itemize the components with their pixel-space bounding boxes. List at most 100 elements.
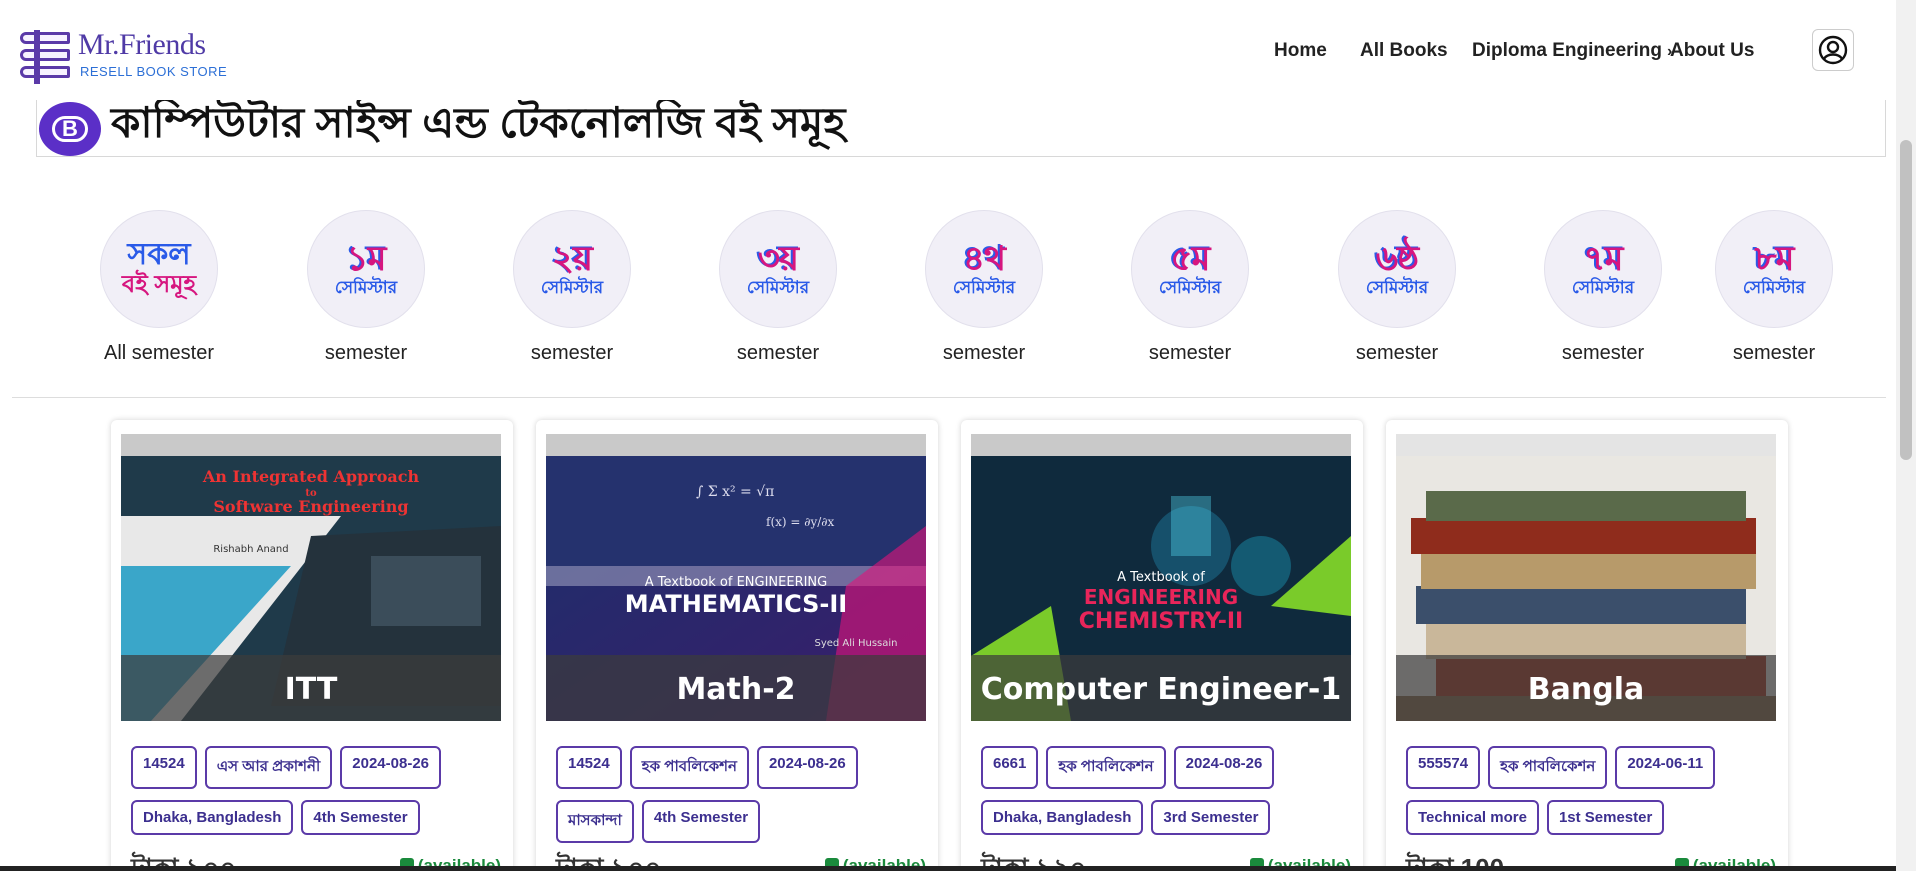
semester-tag: 4th Semester	[641, 800, 761, 843]
book-card[interactable]: Bangla 555574 হক পাবলিকেশন 2024-06-11 Te…	[1386, 420, 1788, 871]
semester-circle: ২য় সেমিস্টার	[513, 210, 631, 328]
semester-number: ২য়	[551, 240, 593, 278]
book-id-tag: 14524	[556, 746, 622, 789]
semester-filter-7[interactable]: ৭ম সেমিস্টার semester	[1523, 210, 1683, 365]
book-id-tag: 14524	[131, 746, 197, 789]
svg-text:Rishabh Anand: Rishabh Anand	[213, 544, 288, 555]
semester-filter-5[interactable]: ৫ম সেমিস্টার semester	[1110, 210, 1270, 365]
location-tag: Technical more	[1406, 800, 1539, 835]
book-card[interactable]: An Integrated Approach to Software Engin…	[111, 420, 513, 871]
svg-text:An Integrated Approach: An Integrated Approach	[202, 467, 420, 486]
semester-label: semester	[1148, 342, 1232, 364]
user-circle-icon	[1818, 35, 1848, 65]
semester-label: All semester	[103, 342, 215, 364]
book-title: Math-2	[676, 672, 796, 707]
page-scrollbar[interactable]	[1896, 0, 1916, 871]
semester-number: ৬ষ্ঠ	[1375, 240, 1419, 278]
semester-circle: ৮ম সেমিস্টার	[1715, 210, 1833, 328]
semester-label: semester	[1561, 342, 1645, 364]
semester-label: semester	[1732, 342, 1816, 364]
semester-label: semester	[1355, 342, 1439, 364]
book-tags: 555574 হক পাবলিকেশন 2024-06-11 Technical…	[1406, 746, 1776, 846]
semester-filter-2[interactable]: ২য় সেমিস্টার semester	[492, 210, 652, 365]
nav-diploma-label: Diploma Engineering	[1472, 40, 1663, 61]
svg-text:f(x) = ∂y/∂x: f(x) = ∂y/∂x	[766, 515, 834, 529]
book-cover-image[interactable]: ∫ Σ x² = √π f(x) = ∂y/∂x A Textbook of E…	[546, 434, 926, 721]
semester-number: ৫ম	[1170, 240, 1211, 278]
nav-all-books-link[interactable]: All Books	[1360, 40, 1448, 62]
semester-circle: ৩য় সেমিস্টার	[719, 210, 837, 328]
semester-number: ৭ম	[1583, 240, 1624, 278]
badge-letter: B	[52, 116, 88, 142]
book-cover-image[interactable]: A Textbook of ENGINEERING CHEMISTRY-II C…	[971, 434, 1351, 721]
semester-filter-6[interactable]: ৬ষ্ঠ সেমিস্টার semester	[1317, 210, 1477, 365]
semester-number: ৮ম	[1754, 240, 1795, 278]
svg-text:A Textbook of ENGINEERING: A Textbook of ENGINEERING	[645, 575, 827, 590]
scrollbar-thumb[interactable]	[1900, 140, 1912, 460]
semester-filter-8[interactable]: ৮ম সেমিস্টার semester	[1694, 210, 1854, 365]
svg-text:∫ Σ x² = √π: ∫ Σ x² = √π	[696, 484, 774, 500]
category-badge-icon: B	[39, 102, 101, 156]
book-cover-image[interactable]: An Integrated Approach to Software Engin…	[121, 434, 501, 721]
book-tags: 14524 এস আর প্রকাশনী 2024-08-26 Dhaka, B…	[131, 746, 501, 846]
semester-word: সেমিস্টার	[1365, 278, 1429, 297]
publisher-tag: এস আর প্রকাশনী	[204, 746, 333, 789]
section-divider	[12, 397, 1886, 398]
semester-word: সেমিস্টার	[540, 278, 604, 297]
semester-circle: সকল বই সমূহ	[100, 210, 218, 328]
semester-number: ১ম	[346, 240, 387, 278]
semester-word: সেমিস্টার	[1742, 278, 1806, 297]
publisher-tag: হক পাবলিকেশন	[1488, 746, 1608, 789]
semester-filter-4[interactable]: ৪থ সেমিস্টার semester	[904, 210, 1064, 365]
semester-circle: ৭ম সেমিস্টার	[1544, 210, 1662, 328]
svg-text:A Textbook of: A Textbook of	[1117, 570, 1205, 585]
date-tag: 2024-06-11	[1615, 746, 1716, 789]
semester-circle-line2: বই সমূহ	[121, 271, 197, 298]
semester-tag: 3rd Semester	[1151, 800, 1271, 835]
semester-number: ৪থ	[962, 240, 1006, 278]
nav-about-link[interactable]: About Us	[1670, 40, 1754, 62]
semester-word: সেমিস্টার	[746, 278, 810, 297]
date-tag: 2024-08-26	[756, 746, 858, 789]
book-cover-image[interactable]: Bangla	[1396, 434, 1776, 721]
svg-text:CHEMISTRY-II: CHEMISTRY-II	[1079, 609, 1243, 634]
semester-filter-row: সকল বই সমূহ All semester ১ম সেমিস্টার se…	[0, 210, 1896, 370]
nav-home-link[interactable]: Home	[1274, 40, 1327, 62]
semester-word: সেমিস্টার	[952, 278, 1016, 297]
semester-word: সেমিস্টার	[1571, 278, 1635, 297]
semester-word: সেমিস্টার	[1158, 278, 1222, 297]
book-tags: 6661 হক পাবলিকেশন 2024-08-26 Dhaka, Bang…	[981, 746, 1351, 846]
semester-filter-3[interactable]: ৩য় সেমিস্টার semester	[698, 210, 858, 365]
books-stack-icon	[20, 30, 74, 84]
svg-text:Syed Ali Hussain: Syed Ali Hussain	[814, 638, 897, 649]
nav-diploma-dropdown[interactable]: Diploma Engineering ›	[1472, 40, 1672, 62]
semester-label: semester	[736, 342, 820, 364]
book-card[interactable]: A Textbook of ENGINEERING CHEMISTRY-II C…	[961, 420, 1363, 871]
svg-text:MATHEMATICS-II: MATHEMATICS-II	[625, 590, 848, 618]
semester-word: সেমিস্টার	[334, 278, 398, 297]
semester-tag: 4th Semester	[301, 800, 420, 835]
semester-circle: ৬ষ্ঠ সেমিস্টার	[1338, 210, 1456, 328]
location-tag: Dhaka, Bangladesh	[981, 800, 1144, 835]
book-id-tag: 6661	[981, 746, 1039, 789]
book-title: Computer Engineer-1	[980, 672, 1342, 707]
semester-number: ৩য়	[757, 240, 799, 278]
book-card[interactable]: ∫ Σ x² = √π f(x) = ∂y/∂x A Textbook of E…	[536, 420, 938, 871]
publisher-tag: হক পাবলিকেশন	[1046, 746, 1166, 789]
semester-filter-all[interactable]: সকল বই সমূহ All semester	[79, 210, 239, 365]
semester-label: semester	[324, 342, 408, 364]
user-account-button[interactable]	[1812, 29, 1854, 71]
book-title: Bangla	[1527, 672, 1645, 707]
book-title: ITT	[284, 672, 338, 707]
publisher-tag: হক পাবলিকেশন	[629, 746, 749, 789]
semester-circle: ৪থ সেমিস্টার	[925, 210, 1043, 328]
location-tag: মাসকান্দা	[556, 800, 634, 843]
semester-circle: ৫ম সেমিস্টার	[1131, 210, 1249, 328]
semester-circle-line1: সকল	[127, 238, 191, 271]
svg-text:ENGINEERING: ENGINEERING	[1084, 585, 1238, 609]
top-navbar: Mr.Friends RESELL BOOK STORE Home All Bo…	[0, 0, 1896, 100]
semester-filter-1[interactable]: ১ম সেমিস্টার semester	[286, 210, 446, 365]
brand-logo[interactable]: Mr.Friends RESELL BOOK STORE	[20, 30, 227, 84]
book-tags: 14524 হক পাবলিকেশন 2024-08-26 মাসকান্দা …	[556, 746, 926, 854]
location-tag: Dhaka, Bangladesh	[131, 800, 294, 835]
